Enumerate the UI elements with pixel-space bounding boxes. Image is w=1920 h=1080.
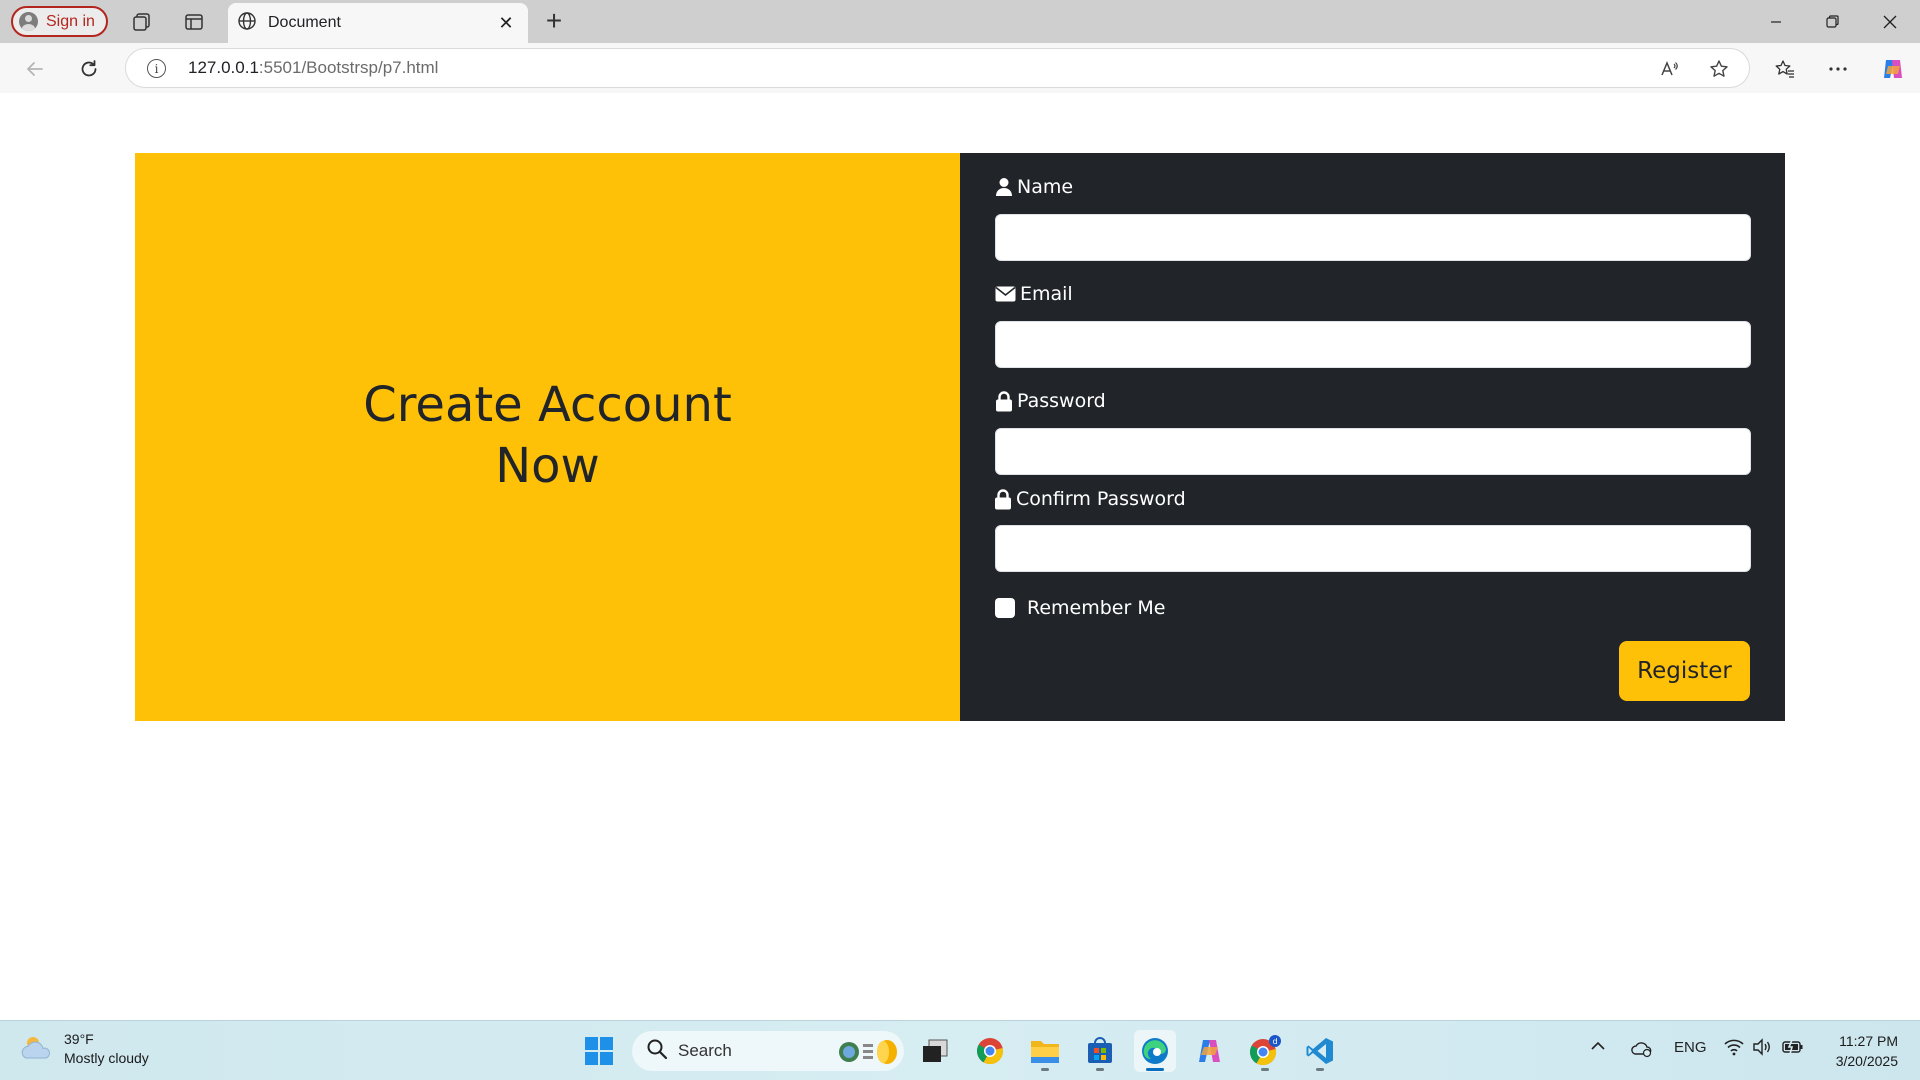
email-label-text: Email <box>1020 283 1073 305</box>
copilot-icon[interactable] <box>1877 53 1909 85</box>
url-host: 127.0.0.1 <box>188 58 259 77</box>
windows-taskbar: 39°F Mostly cloudy Search d ENG 11:27 PM… <box>0 1020 1920 1080</box>
restore-icon[interactable] <box>1804 0 1860 43</box>
tab-document[interactable]: Document ✕ <box>228 3 528 43</box>
system-clock[interactable]: 11:27 PM 3/20/2025 <box>1818 1031 1898 1071</box>
weather-condition: Mostly cloudy <box>64 1050 149 1066</box>
new-tab-icon[interactable]: + <box>540 7 568 35</box>
email-label: Email <box>995 283 1073 305</box>
browser-toolbar: i 127.0.0.1:5501/Bootstrsp/p7.html <box>0 43 1920 93</box>
signin-label: Sign in <box>46 12 95 30</box>
register-button[interactable]: Register <box>1619 641 1750 701</box>
remember-me-label: Remember Me <box>1027 597 1166 619</box>
copilot-app-icon[interactable] <box>1189 1030 1231 1072</box>
name-input[interactable] <box>995 214 1751 261</box>
signin-button[interactable]: Sign in <box>11 6 108 37</box>
profile-avatar-icon <box>19 12 38 31</box>
chrome-icon[interactable] <box>969 1030 1011 1072</box>
browser-titlebar: Sign in Document ✕ + <box>0 0 1920 43</box>
password-label-text: Password <box>1017 390 1106 412</box>
windows-start-icon[interactable] <box>578 1030 620 1072</box>
search-icon <box>646 1038 668 1065</box>
remember-me[interactable]: Remember Me <box>995 597 1165 619</box>
clock-time: 11:27 PM <box>1839 1033 1898 1049</box>
microsoft-store-icon[interactable] <box>1079 1030 1121 1072</box>
globe-icon <box>237 11 257 36</box>
site-info-icon[interactable]: i <box>147 59 166 78</box>
chrome-profile-icon[interactable]: d <box>1244 1030 1286 1072</box>
running-indicator <box>1316 1068 1324 1071</box>
remember-me-checkbox[interactable] <box>995 598 1015 618</box>
url-path: :5501/Bootstrsp/p7.html <box>258 58 439 77</box>
minimize-icon[interactable] <box>1748 0 1804 43</box>
search-placeholder: Search <box>678 1041 732 1060</box>
registration-form: Name Email Password Confirm Password Rem… <box>960 153 1785 721</box>
taskbar-search[interactable]: Search <box>632 1031 904 1071</box>
more-options-icon[interactable] <box>1822 53 1854 85</box>
name-label: Name <box>995 176 1073 198</box>
refresh-icon[interactable] <box>73 53 105 85</box>
lock-icon <box>994 488 1012 510</box>
workspaces-icon[interactable] <box>128 8 156 36</box>
confirm-password-input[interactable] <box>995 525 1751 572</box>
clock-date: 3/20/2025 <box>1835 1053 1898 1069</box>
onedrive-sync-icon[interactable] <box>1630 1038 1654 1058</box>
hero-title: Create Account Now <box>363 377 732 494</box>
lock-icon <box>995 390 1013 412</box>
language-indicator[interactable]: ENG <box>1674 1039 1707 1056</box>
back-icon[interactable] <box>19 53 51 85</box>
email-input[interactable] <box>995 321 1751 368</box>
svg-text:d: d <box>1272 1037 1277 1046</box>
favorites-icon[interactable] <box>1769 53 1801 85</box>
address-bar[interactable]: i 127.0.0.1:5501/Bootstrsp/p7.html <box>125 48 1750 88</box>
password-label: Password <box>995 390 1106 412</box>
task-view-icon[interactable] <box>914 1030 956 1072</box>
envelope-icon <box>995 286 1016 302</box>
running-indicator <box>1041 1068 1049 1071</box>
active-indicator <box>1146 1068 1164 1071</box>
tab-title: Document <box>268 14 341 31</box>
search-highlight-icon <box>837 1037 901 1072</box>
battery-charging-icon[interactable] <box>1782 1039 1804 1055</box>
vertical-tabs-icon[interactable] <box>180 8 208 36</box>
name-label-text: Name <box>1017 176 1074 198</box>
close-window-icon[interactable] <box>1862 0 1918 43</box>
url-text[interactable]: 127.0.0.1:5501/Bootstrsp/p7.html <box>188 58 438 78</box>
file-explorer-icon[interactable] <box>1024 1030 1066 1072</box>
edge-icon[interactable] <box>1134 1030 1176 1072</box>
password-input[interactable] <box>995 428 1751 475</box>
vscode-icon[interactable] <box>1299 1030 1341 1072</box>
tab-close-icon[interactable]: ✕ <box>494 11 518 35</box>
weather-widget[interactable]: 39°F Mostly cloudy <box>20 1030 149 1068</box>
volume-icon[interactable] <box>1752 1038 1772 1056</box>
cloudy-weather-icon <box>20 1032 54 1067</box>
confirm-password-label: Confirm Password <box>994 488 1186 510</box>
running-indicator <box>1096 1068 1104 1071</box>
weather-temperature: 39°F <box>64 1031 94 1047</box>
show-hidden-icons-chevron-icon[interactable] <box>1590 1041 1606 1051</box>
registration-card: Create Account Now Name Email Password C… <box>135 153 1785 721</box>
read-aloud-icon[interactable] <box>1658 58 1680 80</box>
person-icon <box>995 177 1013 197</box>
page-viewport: Create Account Now Name Email Password C… <box>5 93 1920 1017</box>
confirm-password-label-text: Confirm Password <box>1016 488 1186 510</box>
favorite-star-icon[interactable] <box>1708 58 1730 80</box>
wifi-icon[interactable] <box>1724 1038 1744 1056</box>
hero-panel: Create Account Now <box>135 153 960 721</box>
running-indicator <box>1261 1068 1269 1071</box>
